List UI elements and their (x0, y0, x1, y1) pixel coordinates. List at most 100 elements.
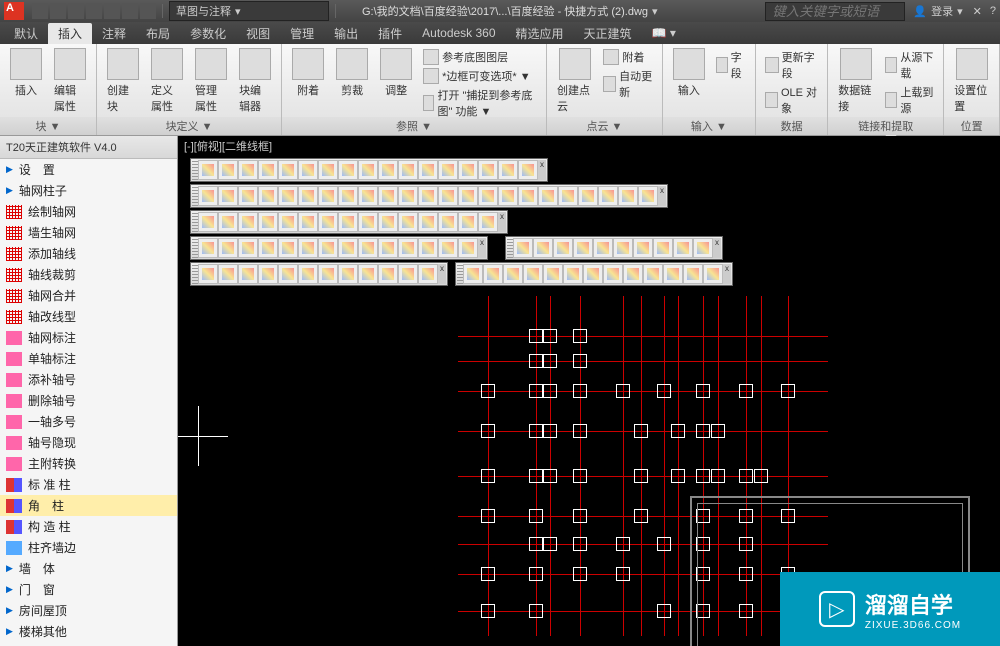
tab-插件[interactable]: 插件 (368, 23, 412, 44)
toolbar-button[interactable] (583, 264, 603, 284)
toolbar-button[interactable] (683, 264, 703, 284)
panel-tool-item[interactable]: 墙生轴网 (0, 222, 177, 243)
ribbon-group-label[interactable]: 点云 ▼ (547, 117, 662, 135)
toolbar-button[interactable] (623, 264, 643, 284)
panel-category[interactable]: ▶房间屋顶 (0, 600, 177, 621)
toolbar-button[interactable] (238, 238, 258, 258)
toolbar-button[interactable] (638, 186, 658, 206)
tab-默认[interactable]: 默认 (4, 23, 48, 44)
qat-open-icon[interactable] (50, 3, 66, 19)
panel-category[interactable]: ▶设 置 (0, 159, 177, 180)
toolbar-button[interactable] (258, 212, 278, 232)
tab-输出[interactable]: 输出 (324, 23, 368, 44)
toolbar-button[interactable] (438, 212, 458, 232)
toolbar-button[interactable] (378, 160, 398, 180)
ribbon-small-button[interactable]: 附着 (600, 48, 656, 66)
ribbon-group-label[interactable]: 参照 ▼ (282, 117, 546, 135)
toolbar-button[interactable] (563, 264, 583, 284)
ribbon-small-button[interactable]: *边框可变选项* ▼ (420, 67, 540, 85)
toolbar-button[interactable] (278, 160, 298, 180)
ribbon-group-label[interactable]: 输入 ▼ (663, 117, 755, 135)
ribbon-group-label[interactable]: 链接和提取 (828, 117, 943, 135)
toolbar-close-icon[interactable]: x (658, 186, 666, 206)
ribbon-button[interactable]: 输入 (669, 46, 709, 118)
toolbar-button[interactable] (543, 264, 563, 284)
ribbon-button[interactable]: 定义属性 (147, 46, 187, 118)
qat-saveas-icon[interactable] (86, 3, 102, 19)
toolbar-button[interactable] (518, 186, 538, 206)
ribbon-group-label[interactable]: 块定义 ▼ (97, 117, 281, 135)
toolbar-button[interactable] (438, 238, 458, 258)
toolbar-button[interactable] (378, 186, 398, 206)
ribbon-button[interactable]: 附着 (288, 46, 328, 118)
panel-category[interactable]: ▶立 面 (0, 642, 177, 646)
toolbar-button[interactable] (693, 238, 713, 258)
toolbar-button[interactable] (358, 160, 378, 180)
toolbar-close-icon[interactable]: x (723, 264, 731, 284)
ribbon-button[interactable]: 编辑属性 (50, 46, 90, 118)
panel-category[interactable]: ▶楼梯其他 (0, 621, 177, 642)
toolbar-button[interactable] (318, 160, 338, 180)
toolbar-button[interactable] (558, 186, 578, 206)
workspace-dropdown[interactable]: 草图与注释 ▾ (169, 1, 329, 21)
panel-tool-item[interactable]: 柱齐墙边 (0, 537, 177, 558)
toolbar-button[interactable] (318, 186, 338, 206)
tab-插入[interactable]: 插入 (48, 23, 92, 44)
toolbar-button[interactable] (513, 238, 533, 258)
toolbar-button[interactable] (298, 264, 318, 284)
toolbar-button[interactable] (418, 264, 438, 284)
toolbar-button[interactable] (278, 264, 298, 284)
ribbon-small-button[interactable]: 更新字段 (762, 48, 821, 82)
ribbon-group-label[interactable]: 块 ▼ (0, 117, 96, 135)
toolbar-button[interactable] (298, 160, 318, 180)
toolbar-button[interactable] (278, 238, 298, 258)
toolbar-button[interactable] (533, 238, 553, 258)
floating-toolbar[interactable]: x (455, 262, 733, 286)
toolbar-button[interactable] (358, 186, 378, 206)
toolbar-button[interactable] (198, 264, 218, 284)
panel-tool-item[interactable]: 轴号隐现 (0, 432, 177, 453)
toolbar-button[interactable] (358, 264, 378, 284)
help-icon[interactable]: ? (990, 5, 996, 17)
tab-管理[interactable]: 管理 (280, 23, 324, 44)
toolbar-button[interactable] (593, 238, 613, 258)
ribbon-small-button[interactable]: 自动更新 (600, 67, 656, 101)
toolbar-button[interactable] (398, 264, 418, 284)
toolbar-button[interactable] (198, 238, 218, 258)
tab-天正建筑[interactable]: 天正建筑 (574, 23, 642, 44)
viewport-label[interactable]: [-][俯视][二维线框] (184, 138, 272, 154)
toolbar-button[interactable] (398, 238, 418, 258)
toolbar-button[interactable] (198, 186, 218, 206)
tab-布局[interactable]: 布局 (136, 23, 180, 44)
toolbar-button[interactable] (238, 212, 258, 232)
tab-Autodesk 360[interactable]: Autodesk 360 (412, 24, 505, 42)
ribbon-button[interactable]: 块编辑器 (235, 46, 275, 118)
floating-toolbar[interactable]: x (190, 262, 448, 286)
toolbar-button[interactable] (358, 238, 378, 258)
toolbar-button[interactable] (238, 264, 258, 284)
toolbar-button[interactable] (498, 186, 518, 206)
panel-tool-item[interactable]: 删除轴号 (0, 390, 177, 411)
panel-category[interactable]: ▶墙 体 (0, 558, 177, 579)
ribbon-button[interactable]: 创建块 (103, 46, 143, 118)
panel-tool-item[interactable]: 轴网合并 (0, 285, 177, 306)
ribbon-button[interactable]: 插入 (6, 46, 46, 118)
toolbar-button[interactable] (278, 186, 298, 206)
toolbar-button[interactable] (378, 238, 398, 258)
toolbar-close-icon[interactable]: x (713, 238, 721, 258)
toolbar-button[interactable] (463, 264, 483, 284)
toolbar-button[interactable] (338, 264, 358, 284)
toolbar-button[interactable] (663, 264, 683, 284)
toolbar-button[interactable] (258, 186, 278, 206)
toolbar-button[interactable] (478, 212, 498, 232)
toolbar-button[interactable] (458, 160, 478, 180)
ribbon-button[interactable]: 调整 (376, 46, 416, 118)
ribbon-button[interactable]: 数据链接 (834, 46, 877, 118)
toolbar-button[interactable] (613, 238, 633, 258)
toolbar-button[interactable] (358, 212, 378, 232)
toolbar-close-icon[interactable]: x (538, 160, 546, 180)
toolbar-button[interactable] (238, 160, 258, 180)
ribbon-button[interactable]: 创建点云 (553, 46, 596, 118)
toolbar-button[interactable] (298, 186, 318, 206)
toolbar-close-icon[interactable]: x (498, 212, 506, 232)
